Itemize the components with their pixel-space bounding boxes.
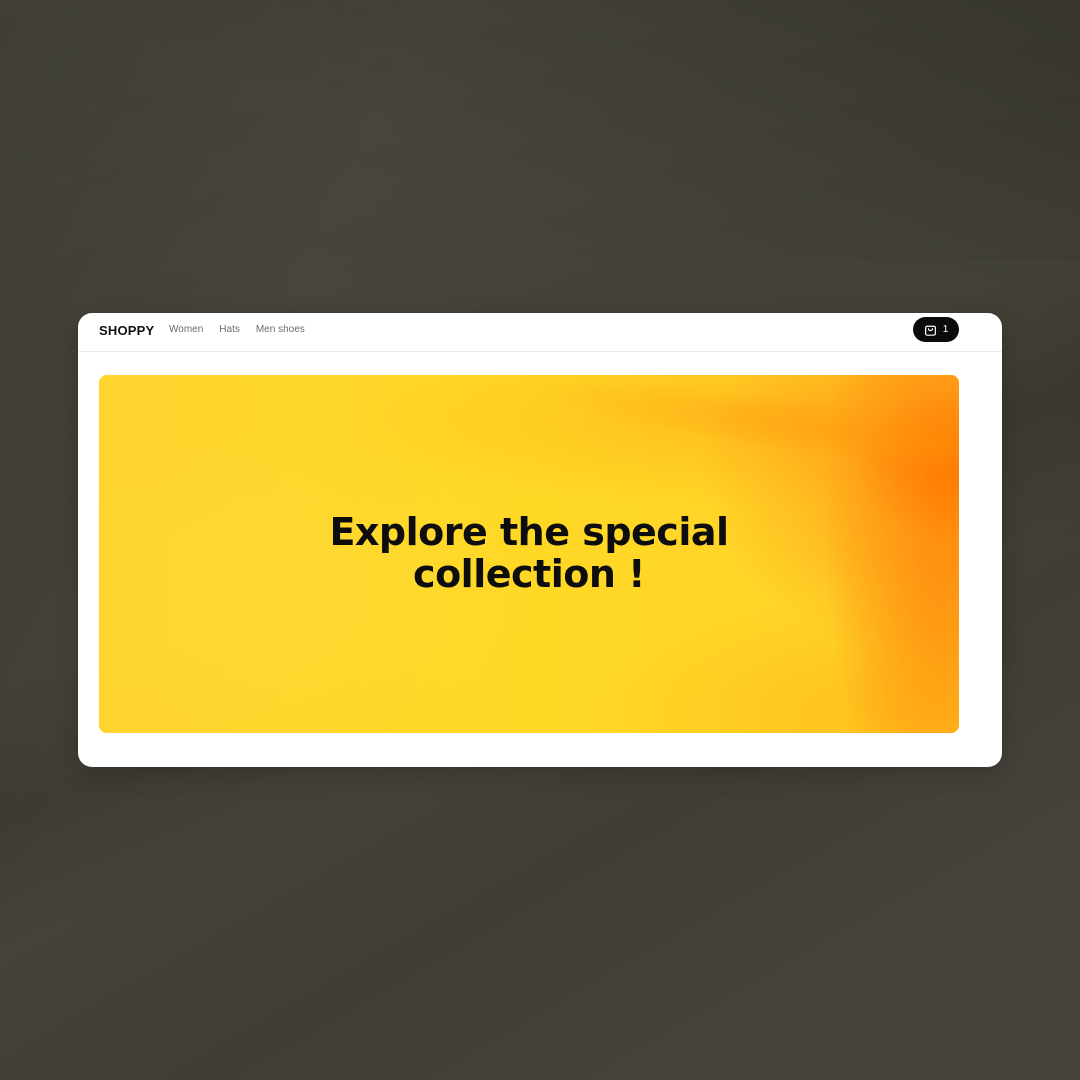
cart-button[interactable]: 1 [913,317,959,342]
shopping-bag-icon [924,325,936,336]
hero-title: Explore the special collection ! [99,511,959,595]
brand-logo[interactable]: SHOPPY [99,323,154,338]
nav-link-men-shoes[interactable]: Men shoes [256,323,305,336]
browser-window: SHOPPY Women Hats Men shoes 1 Explore th… [78,313,1002,767]
nav-link-women[interactable]: Women [169,323,203,336]
navbar: SHOPPY Women Hats Men shoes 1 [78,313,1002,352]
cart-count-badge: 1 [942,323,949,335]
nav-links: Women Hats Men shoes [169,323,305,336]
backdrop-shadow-top [0,0,1080,260]
hero-title-line-1: Explore the special [329,510,729,554]
nav-link-hats[interactable]: Hats [219,323,240,336]
hero-banner[interactable]: Explore the special collection ! [99,375,959,733]
hero-title-line-2: collection ! [413,552,645,596]
